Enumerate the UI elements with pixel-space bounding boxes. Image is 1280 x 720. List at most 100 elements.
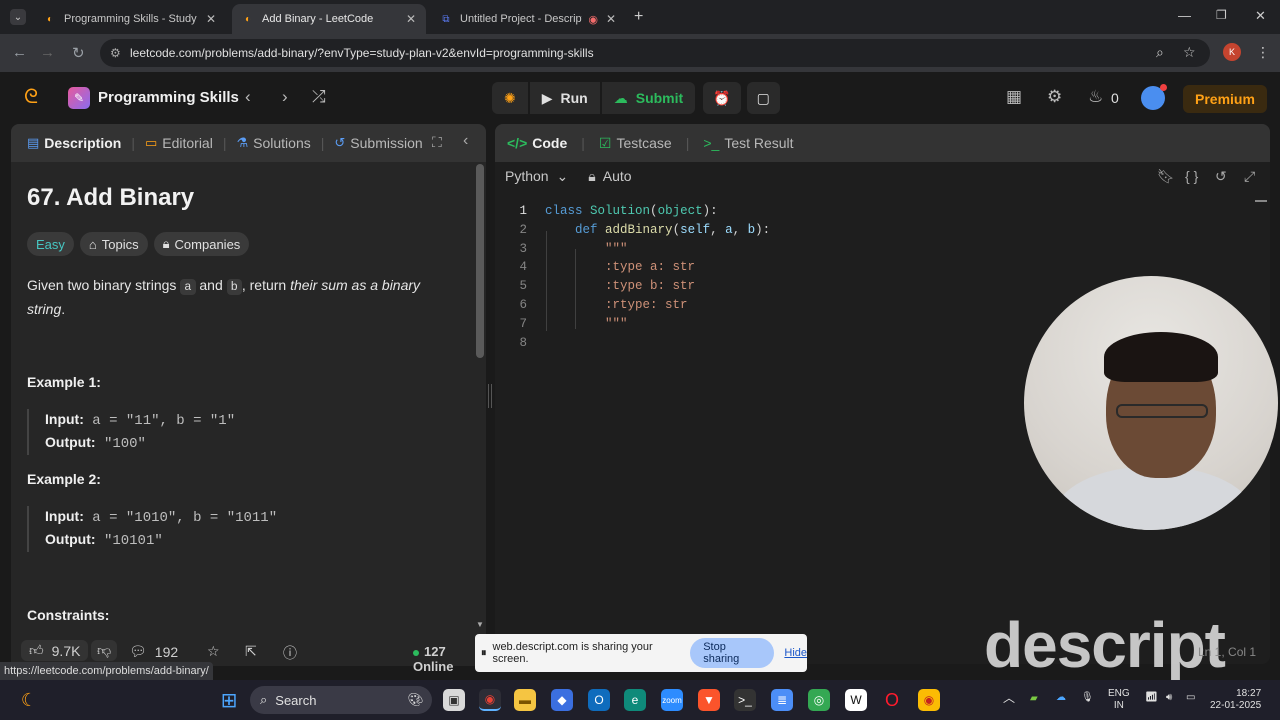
site-info-icon[interactable]: ⚙ bbox=[110, 46, 121, 60]
copilot-icon[interactable]: ◆ bbox=[551, 689, 573, 711]
like-button[interactable]: 👍︎ 9.7K bbox=[21, 640, 89, 661]
next-problem-icon[interactable]: › bbox=[282, 87, 288, 107]
timer-button[interactable]: ⏰ bbox=[703, 82, 741, 114]
battery-icon[interactable]: ▭ bbox=[1186, 692, 1195, 704]
zoom-icon[interactable]: ⌕ bbox=[1156, 44, 1164, 61]
microphone-icon[interactable]: 🎙︎ bbox=[1081, 692, 1094, 704]
outlook-icon[interactable]: O bbox=[588, 689, 610, 711]
scroll-down-icon[interactable]: ▼ bbox=[476, 620, 484, 629]
language-select[interactable]: Python ⌄ bbox=[505, 168, 568, 185]
menu-kebab-icon[interactable]: ⋮ bbox=[1256, 44, 1270, 61]
user-avatar[interactable] bbox=[1141, 84, 1167, 110]
study-plan-icon: ✎ bbox=[68, 87, 90, 109]
fullscreen-icon[interactable]: ⤢ bbox=[1244, 168, 1255, 185]
bookmark-icon[interactable]: 🔖︎ bbox=[1157, 168, 1175, 185]
left-panel-tabs: ▤ Description | ▭ Editorial | ⚗ Solution… bbox=[11, 124, 486, 162]
new-tab-icon[interactable]: + bbox=[634, 8, 643, 26]
opera-icon[interactable]: O bbox=[881, 689, 903, 711]
chrome-canary-icon[interactable]: ◉ bbox=[918, 689, 940, 711]
favorite-star-icon[interactable]: ☆ bbox=[207, 643, 220, 660]
nvidia-icon[interactable]: ▰ bbox=[1030, 693, 1038, 705]
windows-start-icon[interactable]: ⊞ bbox=[218, 689, 240, 712]
reload-icon[interactable]: ↻ bbox=[72, 44, 85, 62]
wifi-icon[interactable]: 📶︎ bbox=[1145, 692, 1158, 704]
help-icon[interactable]: ⓘ bbox=[283, 643, 297, 663]
comments-button[interactable]: 💬︎ 192 bbox=[129, 643, 178, 660]
run-button[interactable]: ▶ Run bbox=[529, 82, 600, 114]
dislike-button[interactable]: 👎︎ bbox=[91, 640, 118, 661]
close-icon[interactable]: ✕ bbox=[606, 12, 616, 26]
tab-submission[interactable]: ↺ Submission bbox=[330, 135, 426, 151]
taskbar-search[interactable]: ⌕ Search 🎨︎ bbox=[250, 686, 432, 714]
browser-tab-study-plan[interactable]: ◐ Programming Skills - Study Plan ✕ bbox=[34, 4, 226, 34]
terminal-app-icon[interactable]: >_ bbox=[734, 689, 756, 711]
shuffle-icon[interactable]: ⤮ bbox=[312, 87, 326, 107]
task-view-icon[interactable]: ▣ bbox=[443, 689, 465, 711]
minimize-icon[interactable]: — bbox=[1178, 8, 1191, 23]
tab-search-icon[interactable]: ⌄ bbox=[10, 9, 26, 25]
debug-button[interactable]: ✺ bbox=[492, 82, 528, 114]
chrome-icon[interactable]: ◉ bbox=[479, 689, 501, 711]
close-window-icon[interactable]: ✕ bbox=[1255, 8, 1266, 24]
close-icon[interactable]: ✕ bbox=[206, 12, 216, 26]
maximize-icon[interactable]: ❐ bbox=[1216, 8, 1227, 22]
tab-test-result[interactable]: >_ Test Result bbox=[703, 135, 793, 151]
hide-link[interactable]: Hide bbox=[784, 647, 807, 659]
volume-icon[interactable]: 🔊︎ bbox=[1166, 692, 1172, 704]
brave-icon[interactable]: ▼ bbox=[698, 689, 720, 711]
zoom-app-icon[interactable]: zoom bbox=[661, 689, 683, 711]
collapse-panel-icon[interactable]: ‹ bbox=[463, 132, 468, 150]
tab-testcase[interactable]: ☑ Testcase bbox=[599, 135, 672, 152]
show-hidden-icons[interactable]: ︿ bbox=[1003, 692, 1015, 704]
file-explorer-icon[interactable]: ▬ bbox=[514, 689, 536, 711]
code-brackets-icon: </> bbox=[507, 135, 528, 151]
description-scrollbar[interactable] bbox=[476, 164, 484, 358]
code-line: 6 :rtype: str bbox=[519, 297, 688, 312]
history-icon: ↺ bbox=[334, 135, 346, 150]
terminal-icon: >_ bbox=[703, 135, 720, 151]
companies-badge[interactable]: 🔒︎ Companies bbox=[153, 232, 250, 256]
language-indicator[interactable]: ENG IN bbox=[1108, 688, 1130, 712]
cloud-icon[interactable]: ☁ bbox=[1056, 692, 1066, 704]
auto-mode-toggle[interactable]: 🔒︎ Auto bbox=[588, 168, 631, 185]
topics-badge[interactable]: ⌂ Topics bbox=[79, 232, 148, 256]
clock[interactable]: 18:27 22-01-2025 bbox=[1210, 688, 1261, 712]
bookmark-star-icon[interactable]: ☆ bbox=[1183, 44, 1196, 61]
streak-fire-icon[interactable]: ♨ bbox=[1088, 87, 1103, 107]
tab-divider: | bbox=[685, 135, 690, 151]
submit-button[interactable]: ☁ Submit bbox=[601, 82, 696, 114]
edge-icon[interactable]: e bbox=[624, 689, 646, 711]
stop-sharing-button[interactable]: Stop sharing bbox=[690, 638, 775, 668]
close-icon[interactable]: ✕ bbox=[406, 12, 416, 26]
lock-icon: 🔒︎ bbox=[162, 236, 170, 251]
panel-resize-handle[interactable] bbox=[488, 384, 492, 408]
tab-description[interactable]: ▤ Description bbox=[23, 135, 125, 151]
notepad-icon[interactable]: ≣ bbox=[771, 689, 793, 711]
tab-code[interactable]: </> Code bbox=[507, 135, 567, 151]
leetcode-icon: ◐ bbox=[244, 13, 252, 25]
url-field[interactable]: ⚙ leetcode.com/problems/add-binary/?envT… bbox=[100, 39, 1210, 67]
notes-button[interactable]: ▢ bbox=[746, 82, 780, 114]
reset-icon[interactable]: ↺ bbox=[1215, 168, 1227, 185]
code-editor[interactable]: 1 class Solution(object): 2 def addBinary… bbox=[495, 204, 770, 354]
grid-menu-icon[interactable]: ▦ bbox=[1006, 87, 1022, 107]
profile-avatar[interactable]: K bbox=[1223, 43, 1241, 61]
settings-gear-icon[interactable]: ⚙ bbox=[1047, 87, 1062, 107]
study-plan-title[interactable]: Programming Skills bbox=[98, 89, 239, 106]
tab-editorial[interactable]: ▭ Editorial bbox=[141, 135, 217, 151]
expand-icon[interactable]: ⛶ bbox=[432, 134, 442, 151]
forward-icon[interactable]: → bbox=[40, 44, 55, 61]
premium-button[interactable]: Premium bbox=[1183, 85, 1267, 113]
format-braces-icon[interactable]: { } bbox=[1185, 168, 1198, 184]
share-icon[interactable]: ⇱ bbox=[245, 643, 257, 660]
tab-solutions[interactable]: ⚗ Solutions bbox=[232, 135, 314, 151]
alarm-icon: ⏰ bbox=[713, 89, 731, 106]
leetcode-logo-icon[interactable]: ᘓ bbox=[24, 86, 38, 109]
prev-problem-icon[interactable]: ‹ bbox=[245, 87, 251, 107]
back-icon[interactable]: ← bbox=[12, 44, 27, 61]
wps-icon[interactable]: W bbox=[845, 689, 867, 711]
browser-tab-add-binary[interactable]: ◐ Add Binary - LeetCode ✕ bbox=[232, 4, 426, 34]
chrome-profile-icon[interactable]: ◎ bbox=[808, 689, 830, 711]
browser-tab-descript[interactable]: ⧉ Untitled Project - Descript ◉ ✕ bbox=[430, 4, 626, 34]
weather-widget-icon[interactable]: ☾ bbox=[18, 689, 40, 711]
